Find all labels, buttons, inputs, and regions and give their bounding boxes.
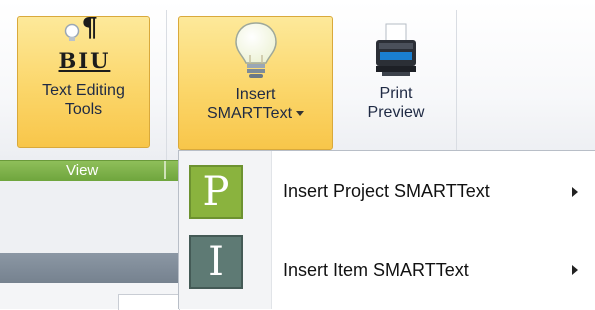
text-editing-label-1: Text Editing bbox=[42, 82, 125, 99]
biu-glyph: BIU bbox=[58, 48, 111, 73]
print-preview-button[interactable]: Print Preview bbox=[346, 16, 446, 148]
print-preview-label-1: Print bbox=[379, 85, 413, 102]
insert-smarttext-button[interactable]: Insert SMARTText bbox=[178, 16, 333, 150]
item-badge-letter: I bbox=[208, 239, 224, 285]
printer-icon bbox=[366, 18, 426, 84]
paragraph-format-icon: ¶ BIU bbox=[54, 13, 114, 81]
project-smarttext-icon: P bbox=[189, 165, 243, 219]
menu-item-label: Insert Project SMARTText bbox=[283, 181, 490, 201]
tab-stub[interactable] bbox=[118, 294, 180, 310]
print-preview-label-2: Preview bbox=[367, 104, 425, 121]
project-badge-letter: P bbox=[202, 169, 230, 215]
toolbar-area bbox=[0, 181, 178, 253]
submenu-arrow-icon bbox=[572, 187, 578, 197]
paragraph-glyph: ¶ bbox=[81, 13, 99, 43]
menu-item-insert-project-smarttext[interactable]: P Insert Project SMARTText bbox=[179, 157, 595, 227]
lightbulb-icon bbox=[226, 19, 286, 85]
text-editing-tools-button[interactable]: ¶ BIU Text Editing Tools bbox=[17, 13, 150, 148]
menu-item-insert-item-smarttext[interactable]: I Insert Item SMARTText bbox=[179, 235, 595, 305]
menu-item-label: Insert Item SMARTText bbox=[283, 260, 469, 280]
chevron-down-icon bbox=[296, 111, 305, 117]
insert-smarttext-label-2: SMARTText bbox=[207, 104, 305, 123]
ribbon-divider bbox=[166, 10, 167, 160]
insert-smarttext-menu: P Insert Project SMARTText I Insert Item… bbox=[178, 150, 595, 309]
text-editing-label-2: Tools bbox=[64, 101, 103, 118]
header-band bbox=[0, 253, 178, 283]
submenu-arrow-icon bbox=[572, 265, 578, 275]
view-group-label: View bbox=[66, 162, 99, 179]
item-smarttext-icon: I bbox=[189, 235, 243, 289]
group-divider bbox=[164, 161, 166, 179]
insert-smarttext-label-1: Insert bbox=[235, 86, 276, 103]
ribbon-divider bbox=[456, 10, 457, 160]
